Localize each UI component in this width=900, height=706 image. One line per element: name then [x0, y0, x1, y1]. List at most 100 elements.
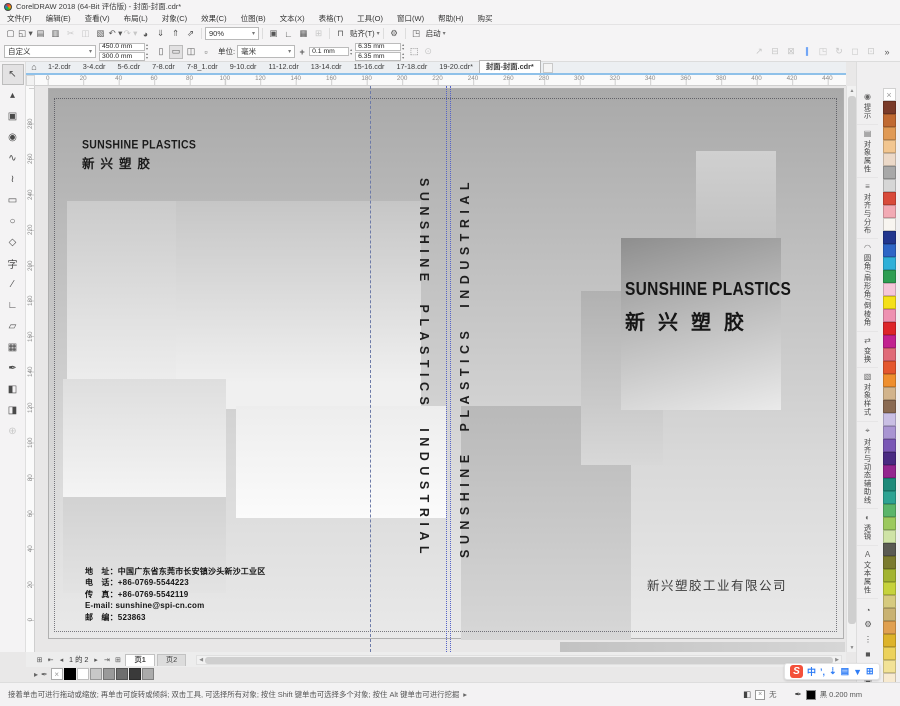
palette-swatch[interactable] [883, 530, 896, 543]
palette-swatch[interactable] [883, 426, 896, 439]
document-tab[interactable]: 17-18.cdr [390, 60, 433, 73]
docker-tab-object-styles[interactable]: ▧ 对象样式 [857, 368, 878, 421]
prop-extra-icon[interactable]: ⊠ [784, 45, 798, 59]
palette-swatch[interactable] [883, 400, 896, 413]
docker-tab-lens[interactable]: ◐ 透镜 [857, 509, 878, 546]
document-tab[interactable]: 19-20.cdr* [433, 60, 479, 73]
palette-swatch[interactable] [883, 127, 896, 140]
docker-tab-object-properties[interactable]: ▤ 对象属性 [857, 125, 878, 178]
horizontal-scroll-thumb[interactable] [205, 657, 833, 664]
prev-page-button[interactable]: ◂ [56, 654, 67, 665]
export-button[interactable]: ⇑ [168, 27, 183, 40]
docker-tab-align-distribute[interactable]: ≡ 对齐与分布 [857, 178, 878, 240]
options-gear-icon[interactable]: ⚙ [864, 619, 872, 630]
vertical-scroll-thumb[interactable] [848, 96, 856, 624]
interactive-fill-tool[interactable]: ◧ [2, 379, 24, 400]
horizontal-ruler[interactable]: 0204060801001201401601802002202402602803… [35, 75, 846, 86]
cut-button[interactable]: ✂ [63, 27, 78, 40]
palette-swatch[interactable] [883, 153, 896, 166]
units-combo[interactable]: 毫米 ▾ [237, 45, 295, 58]
drop-shadow-tool[interactable]: ▱ [2, 316, 24, 337]
launch-dropdown[interactable]: 启动 [426, 28, 441, 39]
page-preset-combo[interactable]: 自定义 ▾ [4, 45, 96, 58]
document-tab[interactable]: 13-14.cdr [305, 60, 348, 73]
document-tab[interactable]: 9-10.cdr [224, 60, 263, 73]
fullscreen-preview-button[interactable]: ▣ [266, 27, 281, 40]
palette-swatch[interactable] [883, 361, 896, 374]
publish-pdf-button[interactable]: ⇗ [183, 27, 198, 40]
palette-swatch[interactable] [883, 569, 896, 582]
nudge-distance-field[interactable]: 0.1 mm [309, 47, 349, 56]
spine-text-left[interactable]: SUNSHINE PLASTICS INDUSTRIAL [411, 117, 431, 619]
palette-swatch[interactable] [883, 517, 896, 530]
shape-tool[interactable]: ▴ [2, 85, 24, 106]
page-width-field[interactable]: 450.0 mm [99, 43, 145, 52]
current-page-button[interactable]: ▫ [199, 45, 213, 59]
docker-tab-corners[interactable]: ◠ 圆角/扇形角/倒棱角 [857, 239, 878, 331]
ellipse-tool[interactable]: ○ [2, 211, 24, 232]
add-page-end-button[interactable]: ⊞ [112, 654, 123, 665]
palette-swatch[interactable] [883, 348, 896, 361]
palette-swatch[interactable] [883, 231, 896, 244]
connect-icon[interactable]: ◔ [865, 605, 870, 615]
menu-item[interactable]: 查看(V) [78, 13, 117, 24]
sogou-logo-icon[interactable]: S [790, 665, 803, 678]
document-tab[interactable]: 15-16.cdr [348, 60, 391, 73]
document-tab[interactable]: 11-12.cdr [262, 60, 304, 73]
treat-as-filled-toggle[interactable]: ⬚ [407, 45, 421, 59]
palette-swatch[interactable] [883, 465, 896, 478]
palette-swatch[interactable] [883, 452, 896, 465]
menu-item[interactable]: 工具(O) [350, 13, 390, 24]
add-page-start-button[interactable]: ⊞ [34, 654, 45, 665]
menu-item[interactable]: 对象(C) [155, 13, 194, 24]
document-tab[interactable]: 7-8_1.cdr [181, 60, 224, 73]
document-color-swatch[interactable] [64, 668, 76, 680]
palette-swatch[interactable] [883, 374, 896, 387]
palette-swatch[interactable] [883, 322, 896, 335]
palette-swatch[interactable] [883, 543, 896, 556]
docker-tab-text-properties[interactable]: A 文本属性 [857, 546, 878, 599]
design-rectangle[interactable] [63, 379, 226, 497]
portrait-button[interactable]: ▯ [154, 45, 168, 59]
palette-swatch[interactable] [883, 140, 896, 153]
nudge-stepper[interactable]: ▴▾ [350, 48, 352, 56]
document-color-swatch[interactable] [129, 668, 141, 680]
palette-swatch[interactable] [883, 257, 896, 270]
document-tab[interactable]: 封面-封面.cdr* [479, 60, 541, 73]
zoom-tool[interactable]: ◉ [2, 127, 24, 148]
menu-item[interactable]: 编辑(E) [39, 13, 78, 24]
prop-extra-icon[interactable]: ⊡ [864, 45, 878, 59]
guideline[interactable] [446, 86, 447, 652]
new-document-button[interactable]: ▢ [3, 27, 18, 40]
palette-swatch[interactable] [883, 283, 896, 296]
import-button[interactable]: ⇓ [153, 27, 168, 40]
design-rectangle[interactable] [560, 642, 845, 652]
document-color-swatch[interactable] [142, 668, 154, 680]
menu-item[interactable]: 表格(T) [312, 13, 351, 24]
guideline[interactable] [450, 86, 451, 652]
ruler-origin-box[interactable] [26, 75, 35, 86]
prop-extra-icon[interactable]: ↻ [832, 45, 846, 59]
ime-toolbox-icon[interactable]: ⊞ [866, 666, 874, 677]
flyout-arrow-icon[interactable]: ▸ [34, 670, 38, 679]
menu-item[interactable]: 文本(X) [273, 13, 312, 24]
last-page-button[interactable]: ⇥ [101, 654, 112, 665]
redo-button[interactable]: ↷ ▾ [123, 27, 138, 40]
docker-tab-alignment-guides[interactable]: ⌖ 对齐与动态辅助线 [857, 422, 878, 509]
show-rulers-button[interactable]: ∟ [281, 27, 296, 40]
prop-extra-icon[interactable]: ∥ [800, 45, 814, 59]
smart-fill-tool[interactable]: ◨ [2, 400, 24, 421]
scroll-right-icon[interactable]: ▶ [833, 657, 841, 663]
menu-item[interactable]: 帮助(H) [431, 13, 470, 24]
palette-swatch[interactable] [883, 478, 896, 491]
back-cover-logo[interactable]: SUNSHINE PLASTICS 新兴塑胶 [82, 139, 196, 172]
prop-extra-icon[interactable]: ◳ [816, 45, 830, 59]
document-tab[interactable]: 7-8.cdr [146, 60, 181, 73]
palette-swatch[interactable] [883, 556, 896, 569]
palette-swatch[interactable] [883, 179, 896, 192]
palette-swatch[interactable] [883, 296, 896, 309]
palette-swatch[interactable] [883, 491, 896, 504]
ime-language-icon[interactable]: 中 [807, 665, 816, 678]
page-tab[interactable]: 页1 [125, 654, 154, 666]
palette-swatch[interactable] [883, 660, 896, 673]
